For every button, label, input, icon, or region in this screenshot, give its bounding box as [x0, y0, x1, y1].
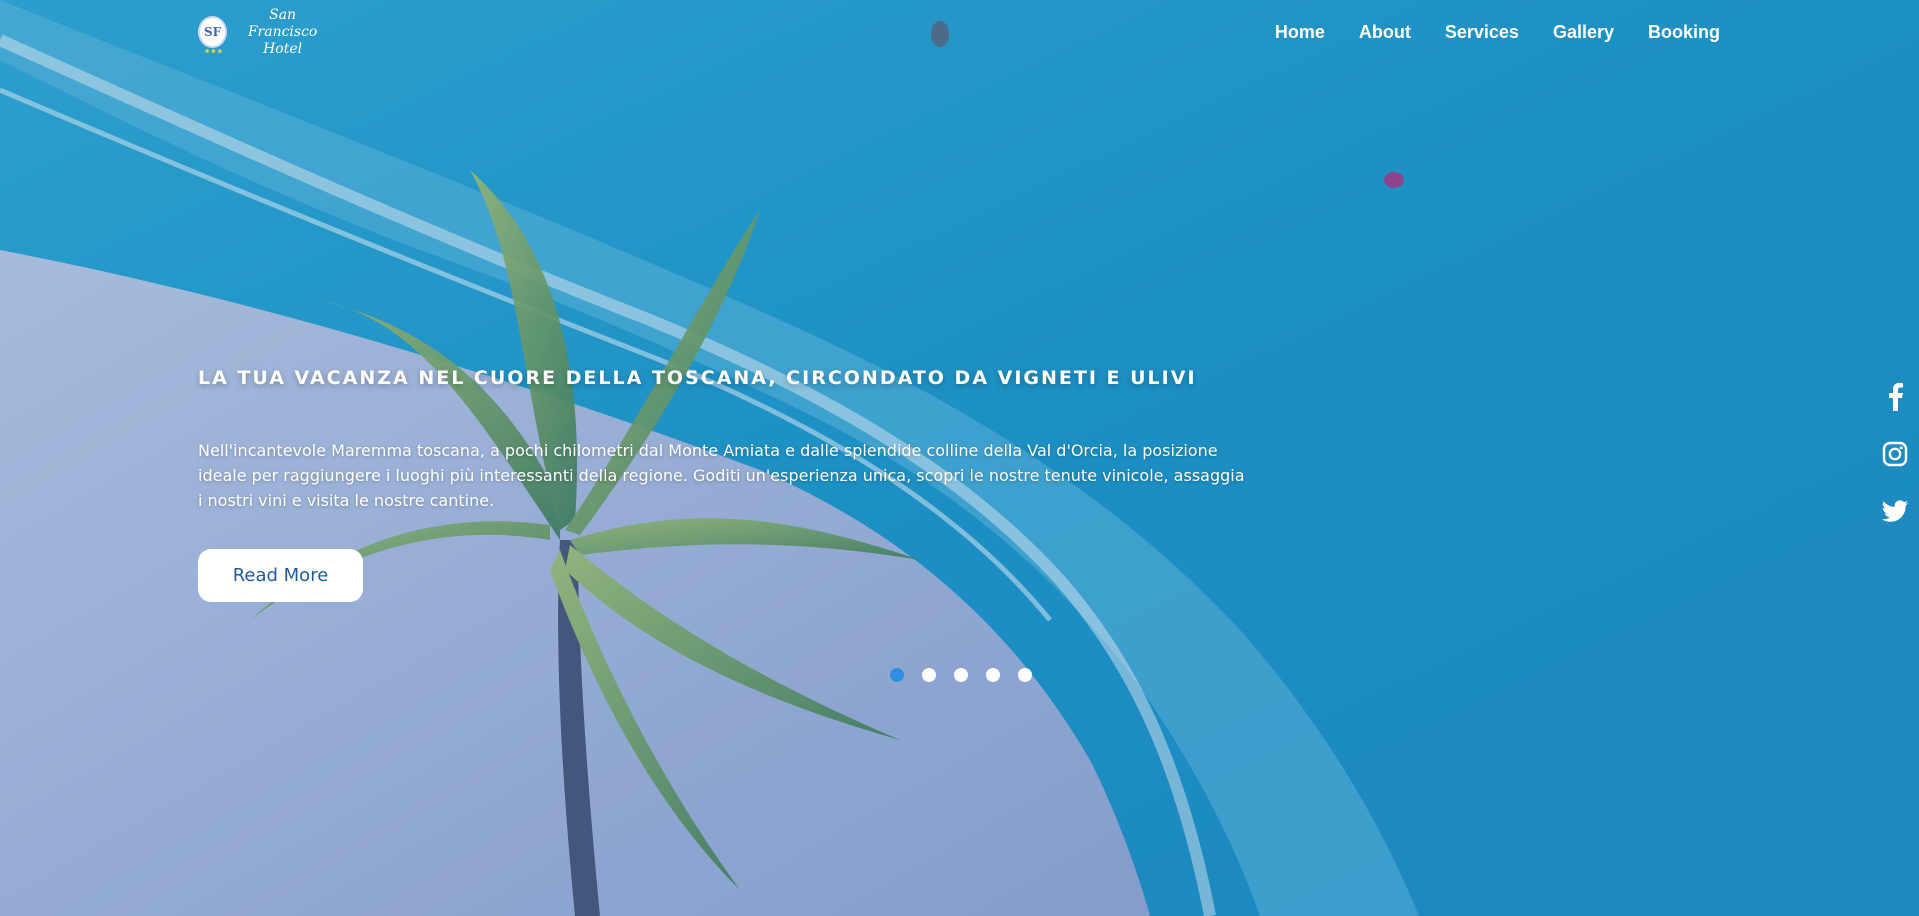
slider-dot-3[interactable] — [954, 668, 968, 682]
twitter-icon[interactable] — [1879, 496, 1911, 528]
nav-about[interactable]: About — [1359, 22, 1411, 43]
main-nav: Home About Services Gallery Booking — [1275, 22, 1720, 43]
slider-dot-4[interactable] — [986, 668, 1000, 682]
read-more-button[interactable]: Read More — [198, 549, 363, 602]
facebook-icon[interactable] — [1879, 380, 1911, 412]
slider-dot-2[interactable] — [922, 668, 936, 682]
logo-name-line2: Hotel — [263, 40, 303, 57]
social-links — [1879, 380, 1911, 528]
logo-stars: ★★★ — [204, 48, 224, 55]
logo-wordmark: San Francisco Hotel — [237, 7, 328, 58]
nav-booking[interactable]: Booking — [1648, 22, 1720, 43]
logo-name-line1: San Francisco — [247, 6, 318, 40]
hero-description: Nell'incantevole Maremma toscana, a poch… — [198, 441, 1245, 510]
slider-dot-5[interactable] — [1018, 668, 1032, 682]
slider-dot-1[interactable] — [890, 668, 904, 682]
instagram-icon[interactable] — [1879, 438, 1911, 470]
nav-gallery[interactable]: Gallery — [1553, 22, 1614, 43]
hero-headline: LA TUA VACANZA NEL CUORE DELLA TOSCANA, … — [198, 366, 1197, 389]
logo-emblem-icon: SF ★★★ — [198, 16, 228, 55]
nav-services[interactable]: Services — [1445, 22, 1519, 43]
nav-home[interactable]: Home — [1275, 22, 1325, 43]
hotel-logo[interactable]: SF ★★★ San Francisco Hotel — [198, 7, 328, 57]
slider-pagination — [890, 668, 1032, 682]
logo-initials: SF — [204, 25, 222, 39]
